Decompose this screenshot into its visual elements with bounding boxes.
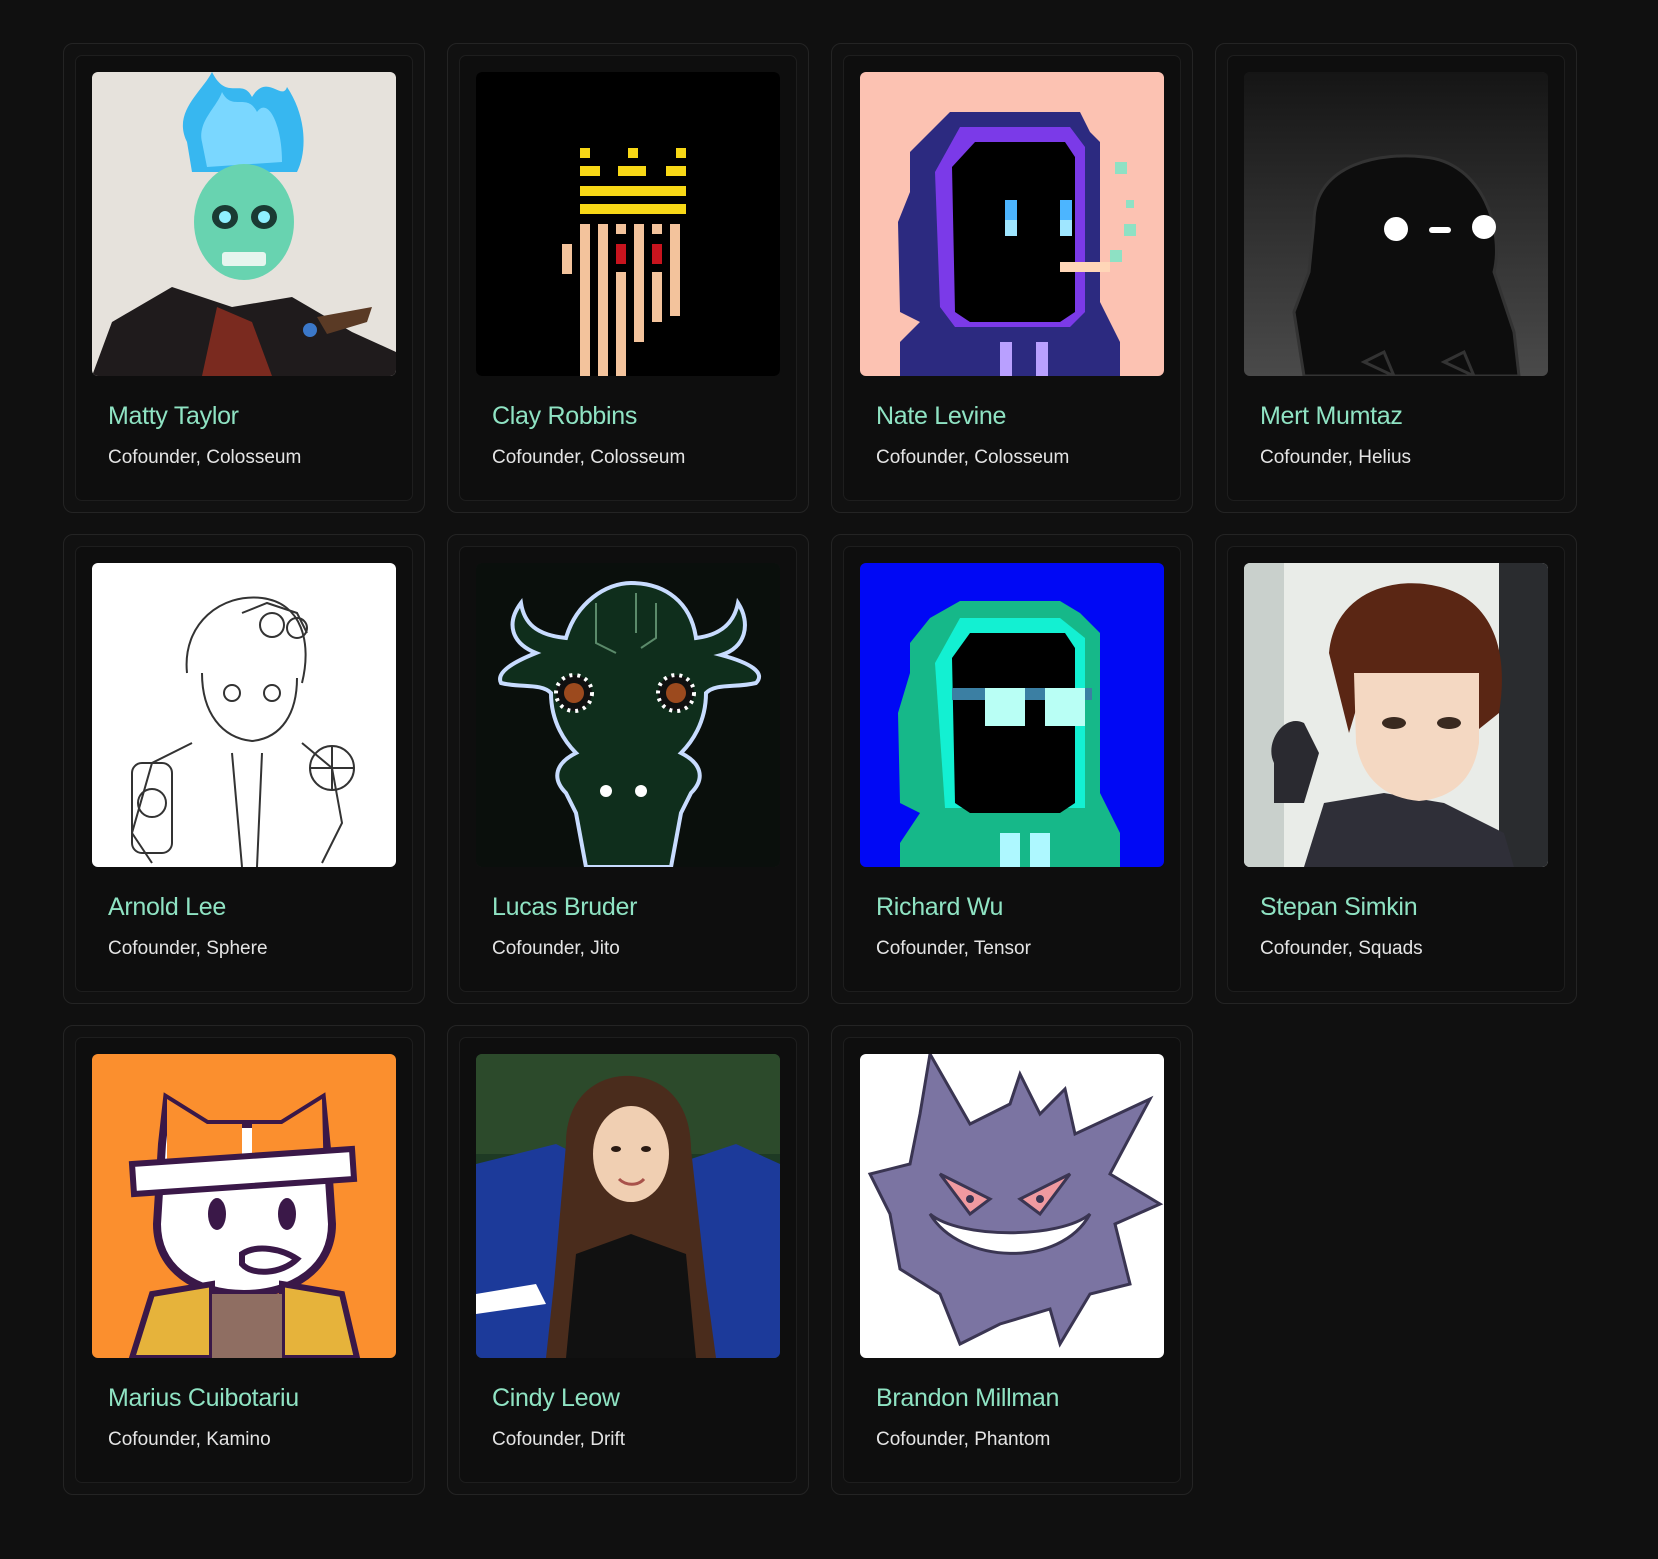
pixel-hoodie-green-avatar[interactable] [860, 563, 1164, 867]
team-grid: Matty Taylor Cofounder, Colosseum Clay R… [63, 43, 1577, 1495]
person-name[interactable]: Brandon Millman [876, 1382, 1164, 1414]
person-role: Cofounder, Squads [1260, 938, 1423, 959]
team-card-inner: Stepan Simkin Cofounder, Squads [1227, 546, 1565, 992]
team-card-inner: Nate Levine Cofounder, Colosseum [843, 55, 1181, 501]
team-card-inner: Brandon Millman Cofounder, Phantom [843, 1037, 1181, 1483]
person-role: Cofounder, Phantom [876, 1429, 1051, 1450]
team-card: Richard Wu Cofounder, Tensor [831, 534, 1193, 1004]
person-role: Cofounder, Colosseum [108, 447, 302, 468]
photo-portrait-avatar[interactable] [476, 1054, 780, 1358]
pixel-crown-avatar[interactable] [476, 72, 780, 376]
team-card-inner: Cindy Leow Cofounder, Drift [459, 1037, 797, 1483]
person-role: Cofounder, Colosseum [876, 447, 1070, 468]
team-card-inner: Matty Taylor Cofounder, Colosseum [75, 55, 413, 501]
team-card-inner: Arnold Lee Cofounder, Sphere [75, 546, 413, 992]
person-name[interactable]: Cindy Leow [492, 1382, 780, 1414]
person-name[interactable]: Mert Mumtaz [1260, 400, 1548, 432]
team-card-inner: Marius Cuibotariu Cofounder, Kamino [75, 1037, 413, 1483]
person-role: Cofounder, Colosseum [492, 447, 686, 468]
ghost-monster-avatar[interactable] [860, 1054, 1164, 1358]
person-role: Cofounder, Helius [1260, 447, 1412, 468]
person-name[interactable]: Lucas Bruder [492, 891, 780, 923]
person-name[interactable]: Richard Wu [876, 891, 1164, 923]
person-role: Cofounder, Sphere [108, 938, 268, 959]
person-name[interactable]: Clay Robbins [492, 400, 780, 432]
person-name[interactable]: Stepan Simkin [1260, 891, 1548, 923]
team-card: Clay Robbins Cofounder, Colosseum [447, 43, 809, 513]
team-card-inner: Richard Wu Cofounder, Tensor [843, 546, 1181, 992]
sketch-character-avatar[interactable] [92, 563, 396, 867]
team-card: Lucas Bruder Cofounder, Jito [447, 534, 809, 1004]
circuit-bull-avatar[interactable] [476, 563, 780, 867]
team-card: Brandon Millman Cofounder, Phantom [831, 1025, 1193, 1495]
person-role: Cofounder, Tensor [876, 938, 1031, 959]
anime-portrait-avatar[interactable] [1244, 563, 1548, 867]
person-role: Cofounder, Jito [492, 938, 620, 959]
person-name[interactable]: Matty Taylor [108, 400, 396, 432]
person-role: Cofounder, Kamino [108, 1429, 271, 1450]
team-card: Cindy Leow Cofounder, Drift [447, 1025, 809, 1495]
team-card-inner: Clay Robbins Cofounder, Colosseum [459, 55, 797, 501]
team-card-inner: Mert Mumtaz Cofounder, Helius [1227, 55, 1565, 501]
person-name[interactable]: Marius Cuibotariu [108, 1382, 396, 1414]
pixel-hoodie-purple-avatar[interactable] [860, 72, 1164, 376]
person-name[interactable]: Nate Levine [876, 400, 1164, 432]
person-name[interactable]: Arnold Lee [108, 891, 396, 923]
team-card-inner: Lucas Bruder Cofounder, Jito [459, 546, 797, 992]
team-card: Stepan Simkin Cofounder, Squads [1215, 534, 1577, 1004]
person-role: Cofounder, Drift [492, 1429, 626, 1450]
team-card: Matty Taylor Cofounder, Colosseum [63, 43, 425, 513]
team-card: Arnold Lee Cofounder, Sphere [63, 534, 425, 1004]
team-card: Marius Cuibotariu Cofounder, Kamino [63, 1025, 425, 1495]
fox-headband-avatar[interactable] [92, 1054, 396, 1358]
dark-glowing-eyes-avatar[interactable] [1244, 72, 1548, 376]
team-card: Nate Levine Cofounder, Colosseum [831, 43, 1193, 513]
team-card: Mert Mumtaz Cofounder, Helius [1215, 43, 1577, 513]
skull-flame-avatar[interactable] [92, 72, 396, 376]
